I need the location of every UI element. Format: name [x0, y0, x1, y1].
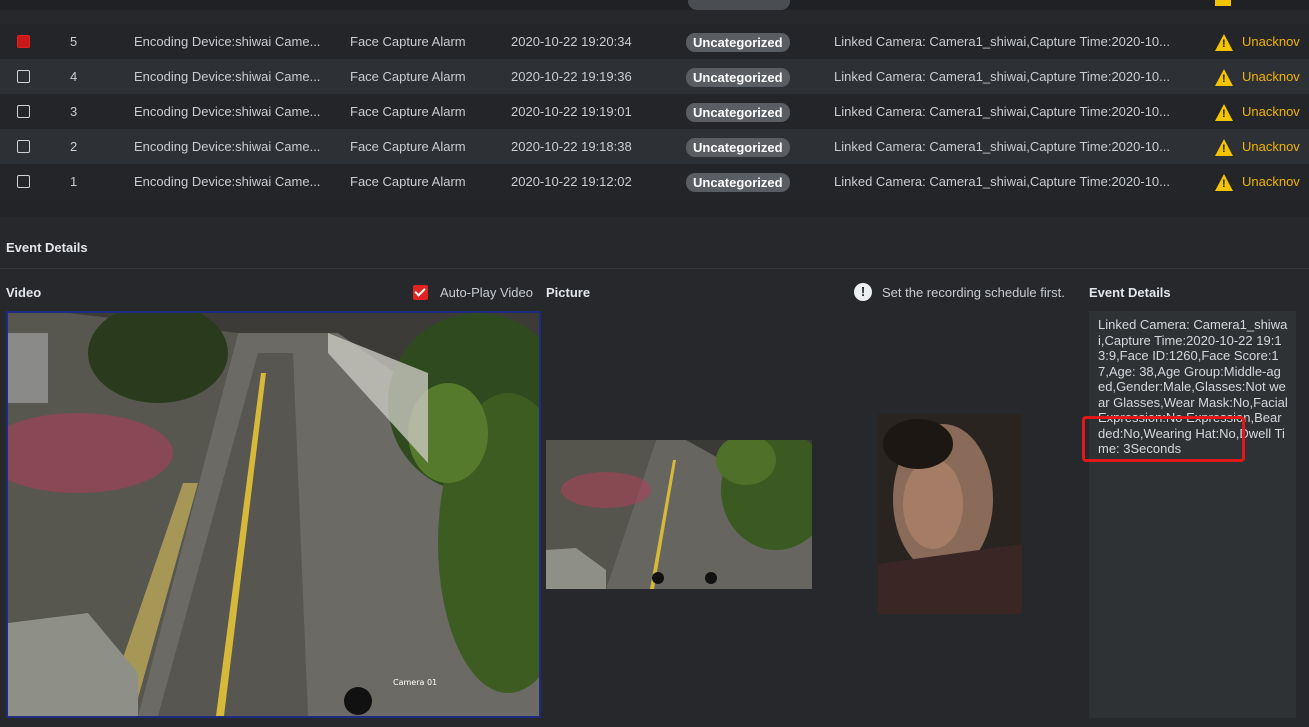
- row-time: 2020-10-22 19:19:36: [511, 69, 632, 84]
- category-badge: Uncategorized: [686, 138, 790, 157]
- row-source: Encoding Device:shiwai Came...: [134, 34, 321, 49]
- row-event-type: Face Capture Alarm: [350, 69, 466, 84]
- row-index: 2: [70, 139, 78, 154]
- row-description: Linked Camera: Camera1_shiwai,Capture Ti…: [834, 139, 1171, 154]
- partial-category-badge: [688, 0, 790, 10]
- row-description: Linked Camera: Camera1_shiwai,Capture Ti…: [834, 174, 1171, 189]
- face-capture-image: [878, 414, 1022, 614]
- section-divider: [0, 268, 1309, 269]
- event-center-window: 5 Encoding Device:shiwai Came... Face Capt…: [0, 0, 1309, 727]
- video-label: Video: [6, 285, 42, 300]
- row-description: Linked Camera: Camera1_shiwai,Capture Ti…: [834, 34, 1171, 49]
- category-badge: Uncategorized: [686, 33, 790, 52]
- autoplay-checkbox[interactable]: [413, 285, 428, 300]
- row-status: Unacknov: [1242, 139, 1300, 154]
- warning-icon: [1215, 34, 1233, 51]
- row-status: Unacknov: [1242, 69, 1300, 84]
- row-checkbox[interactable]: [17, 140, 30, 153]
- row-checkbox[interactable]: [17, 105, 30, 118]
- row-checkbox[interactable]: [17, 175, 30, 188]
- row-time: 2020-10-22 19:18:38: [511, 139, 632, 154]
- row-checkbox[interactable]: [17, 70, 30, 83]
- table-row[interactable]: 2 Encoding Device:shiwai Came... Face Capt…: [0, 129, 1309, 164]
- warning-icon: [1215, 139, 1233, 156]
- row-index: 4: [70, 69, 78, 84]
- autoplay-label[interactable]: Auto-Play Video: [440, 285, 533, 300]
- category-badge: Uncategorized: [686, 103, 790, 122]
- row-index: 1: [70, 174, 78, 189]
- row-status: Unacknov: [1242, 174, 1300, 189]
- table-row[interactable]: 1 Encoding Device:shiwai Came... Face Capt…: [0, 164, 1309, 199]
- category-badge: Uncategorized: [686, 68, 790, 87]
- row-time: 2020-10-22 19:20:34: [511, 34, 632, 49]
- scene-capture-thumbnail[interactable]: [546, 440, 812, 589]
- row-source: Encoding Device:shiwai Came...: [134, 104, 321, 119]
- warning-icon: [1215, 69, 1233, 86]
- picture-label: Picture: [546, 285, 591, 300]
- row-source: Encoding Device:shiwai Came...: [134, 174, 321, 189]
- annotation-highlight-box: [1082, 416, 1245, 462]
- row-event-type: Face Capture Alarm: [350, 174, 466, 189]
- row-event-type: Face Capture Alarm: [350, 34, 466, 49]
- row-checkbox[interactable]: [17, 35, 30, 48]
- row-status: Unacknov: [1242, 34, 1300, 49]
- row-status: Unacknov: [1242, 104, 1300, 119]
- row-time: 2020-10-22 19:12:02: [511, 174, 632, 189]
- video-overlay-label: Camera 01: [393, 678, 437, 687]
- event-details-text: Linked Camera: Camera1_shiwai,Capture Ti…: [1089, 311, 1296, 718]
- row-description: Linked Camera: Camera1_shiwai,Capture Ti…: [834, 69, 1171, 84]
- scene-capture-image: [546, 440, 812, 589]
- video-player[interactable]: Camera 01: [6, 311, 541, 718]
- row-time: 2020-10-22 19:19:01: [511, 104, 632, 119]
- row-event-type: Face Capture Alarm: [350, 139, 466, 154]
- table-row[interactable]: 5 Encoding Device:shiwai Came... Face Capt…: [0, 24, 1309, 59]
- row-description: Linked Camera: Camera1_shiwai,Capture Ti…: [834, 104, 1171, 119]
- exclamation-circle-icon: !: [854, 283, 872, 301]
- row-source: Encoding Device:shiwai Came...: [134, 139, 321, 154]
- recording-schedule-notice: Set the recording schedule first.: [882, 285, 1065, 300]
- row-index: 3: [70, 104, 78, 119]
- event-details-title: Event Details: [6, 240, 88, 255]
- row-source: Encoding Device:shiwai Came...: [134, 69, 321, 84]
- table-row[interactable]: 4 Encoding Device:shiwai Came... Face Capt…: [0, 59, 1309, 94]
- row-index: 5: [70, 34, 78, 49]
- face-capture-thumbnail[interactable]: [878, 414, 1022, 614]
- row-event-type: Face Capture Alarm: [350, 104, 466, 119]
- table-row[interactable]: 3 Encoding Device:shiwai Came... Face Capt…: [0, 94, 1309, 129]
- table-bottom-spacer: [0, 199, 1309, 217]
- bottom-edge: [0, 718, 1309, 727]
- table-scroll-remnant: [0, 0, 1309, 10]
- warning-icon: [1215, 104, 1233, 121]
- event-details-label: Event Details: [1089, 285, 1171, 300]
- category-badge: Uncategorized: [686, 173, 790, 192]
- partial-warning-icon: [1215, 0, 1231, 6]
- warning-icon: [1215, 174, 1233, 191]
- video-frame: Camera 01: [8, 313, 539, 716]
